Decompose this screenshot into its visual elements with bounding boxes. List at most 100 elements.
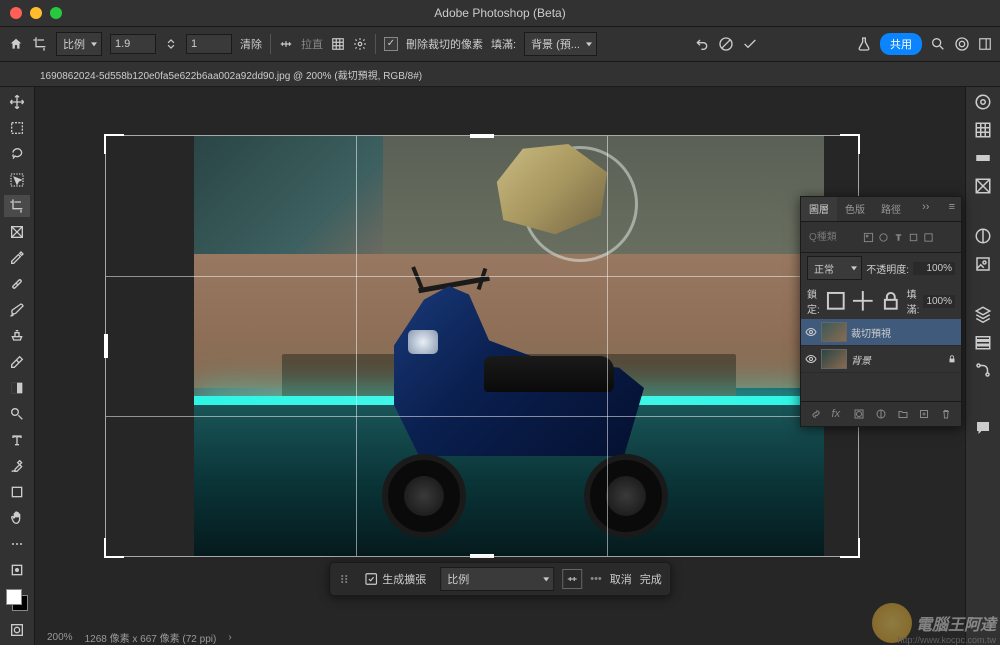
channels-tab[interactable]: 色版	[837, 197, 873, 221]
zoom-level[interactable]: 200%	[47, 632, 73, 643]
crop-width-input[interactable]: 1.9	[110, 34, 156, 54]
workspace-icon[interactable]	[978, 37, 992, 51]
shape-tool[interactable]	[4, 481, 30, 503]
color-swatch[interactable]	[6, 589, 28, 611]
drag-handle-icon[interactable]	[338, 573, 350, 585]
doc-info-chevron-icon[interactable]: ›	[228, 632, 231, 643]
delete-layer-icon[interactable]	[940, 408, 952, 420]
move-tool[interactable]	[4, 91, 30, 113]
adjustment-layer-icon[interactable]	[875, 408, 887, 420]
crop-handle-left[interactable]	[104, 334, 108, 358]
fill-dropdown[interactable]: 背景 (預...	[524, 32, 597, 56]
home-icon[interactable]	[8, 37, 24, 51]
visibility-eye-icon[interactable]	[805, 326, 817, 338]
filter-adjust-icon[interactable]	[878, 232, 889, 243]
overlay-grid-icon[interactable]	[331, 37, 345, 51]
beta-flask-icon[interactable]	[856, 36, 872, 52]
layer-search-input[interactable]	[807, 231, 859, 244]
close-window-button[interactable]	[10, 7, 22, 19]
eraser-tool[interactable]	[4, 351, 30, 373]
crop-handle-tr[interactable]	[840, 134, 860, 154]
new-layer-icon[interactable]	[918, 408, 930, 420]
search-icon[interactable]	[930, 36, 946, 52]
ratio-preset-dropdown[interactable]: 比例	[56, 32, 102, 56]
channels-panel-icon[interactable]	[974, 333, 992, 351]
opacity-input[interactable]: 100%	[913, 262, 955, 275]
libraries-panel-icon[interactable]	[974, 255, 992, 273]
layers-tab[interactable]: 圖層	[801, 197, 837, 221]
ctx-ratio-dropdown[interactable]: 比例	[440, 567, 554, 591]
quickmask-tool[interactable]	[4, 619, 30, 641]
gradients-panel-icon[interactable]	[974, 149, 992, 167]
lock-all-icon[interactable]	[879, 289, 903, 313]
crop-handle-bottom[interactable]	[470, 554, 494, 558]
ctx-cancel-button[interactable]: 取消	[610, 571, 632, 587]
dodge-tool[interactable]	[4, 403, 30, 425]
marquee-tool[interactable]	[4, 117, 30, 139]
healing-brush-tool[interactable]	[4, 273, 30, 295]
crop-handle-br[interactable]	[840, 538, 860, 558]
swatches-panel-icon[interactable]	[974, 121, 992, 139]
link-layers-icon[interactable]	[810, 408, 822, 420]
ctx-more-icon[interactable]: •••	[590, 573, 602, 585]
generative-fill-button[interactable]: 生成擴張	[358, 569, 432, 589]
filter-image-icon[interactable]	[863, 232, 874, 243]
maximize-window-button[interactable]	[50, 7, 62, 19]
cancel-icon[interactable]	[718, 36, 734, 52]
crop-tool-icon[interactable]	[32, 36, 48, 52]
eyedropper-tool[interactable]	[4, 247, 30, 269]
filter-smart-icon[interactable]	[923, 232, 934, 243]
settings-gear-icon[interactable]	[353, 37, 367, 51]
ctx-done-button[interactable]: 完成	[640, 571, 662, 587]
visibility-eye-icon[interactable]	[805, 353, 817, 365]
layers-panel-icon[interactable]	[974, 305, 992, 323]
blend-mode-dropdown[interactable]: 正常	[807, 256, 862, 280]
crop-handle-tl[interactable]	[104, 134, 124, 154]
straighten-icon[interactable]	[279, 37, 293, 51]
doc-info[interactable]: 1268 像素 x 667 像素 (72 ppi)	[85, 630, 217, 645]
minimize-window-button[interactable]	[30, 7, 42, 19]
hand-tool[interactable]	[4, 507, 30, 529]
help-icon[interactable]	[954, 36, 970, 52]
panel-menu-icon[interactable]: ≡	[943, 197, 961, 221]
layer-row-background[interactable]: 背景	[801, 346, 961, 373]
pen-tool[interactable]	[4, 455, 30, 477]
paths-tab[interactable]: 路徑	[873, 197, 909, 221]
clear-button[interactable]: 清除	[240, 36, 262, 52]
brush-tool[interactable]	[4, 299, 30, 321]
type-tool[interactable]	[4, 429, 30, 451]
crop-frame[interactable]	[105, 135, 859, 557]
ctx-straighten-button[interactable]	[562, 569, 582, 589]
more-tools[interactable]	[4, 533, 30, 555]
paths-panel-icon[interactable]	[974, 361, 992, 379]
panel-collapse-icon[interactable]: ››	[916, 197, 935, 221]
filter-type-icon[interactable]	[893, 232, 904, 243]
color-panel-icon[interactable]	[974, 93, 992, 111]
adjustments-panel-icon[interactable]	[974, 227, 992, 245]
filter-shape-icon[interactable]	[908, 232, 919, 243]
layer-mask-icon[interactable]	[853, 408, 865, 420]
clone-stamp-tool[interactable]	[4, 325, 30, 347]
lock-icon[interactable]	[947, 354, 957, 364]
gradient-tool[interactable]	[4, 377, 30, 399]
object-selection-tool[interactable]	[4, 169, 30, 191]
crop-tool[interactable]	[4, 195, 30, 217]
patterns-panel-icon[interactable]	[974, 177, 992, 195]
edit-toolbar[interactable]	[4, 559, 30, 581]
lock-position-icon[interactable]	[851, 289, 875, 313]
frame-tool[interactable]	[4, 221, 30, 243]
document-tab[interactable]: 1690862024-5d558b120e0fa5e622b6aa002a92d…	[40, 67, 422, 82]
crop-height-input[interactable]: 1	[186, 34, 232, 54]
layer-fill-input[interactable]: 100%	[923, 295, 955, 308]
lasso-tool[interactable]	[4, 143, 30, 165]
layer-row-crop-preview[interactable]: 裁切預視	[801, 319, 961, 346]
lock-transparent-icon[interactable]	[824, 289, 848, 313]
delete-cropped-checkbox[interactable]	[384, 37, 398, 51]
crop-handle-top[interactable]	[470, 134, 494, 138]
layer-fx-icon[interactable]: fx	[832, 408, 844, 420]
swap-dimensions-icon[interactable]	[164, 37, 178, 51]
share-button[interactable]: 共用	[880, 33, 922, 55]
group-layer-icon[interactable]	[897, 408, 909, 420]
crop-handle-bl[interactable]	[104, 538, 124, 558]
commit-check-icon[interactable]	[742, 36, 758, 52]
